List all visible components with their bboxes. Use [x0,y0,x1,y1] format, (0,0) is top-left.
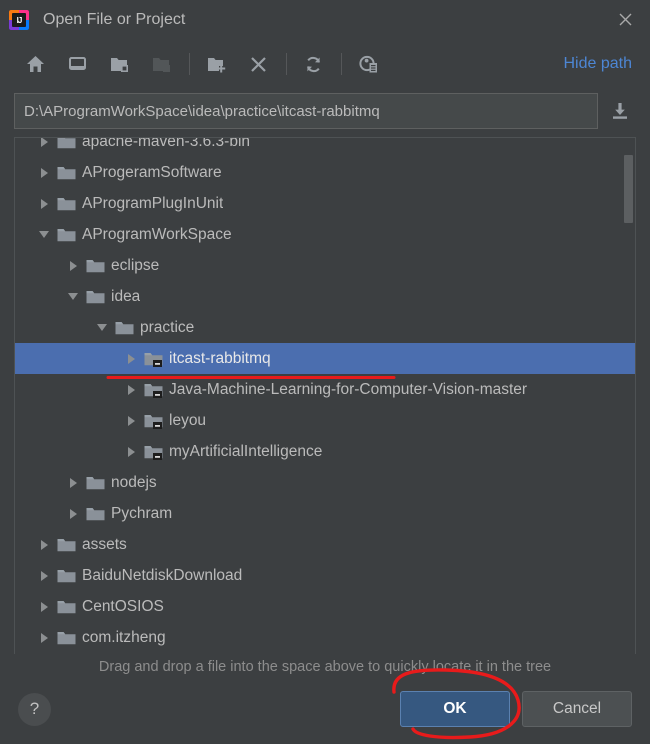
tree-row-selected[interactable]: itcast-rabbitmq [15,343,635,374]
close-icon[interactable] [608,3,642,35]
chevron-down-icon[interactable] [33,219,55,250]
chevron-right-icon[interactable] [33,591,55,622]
tree-row[interactable]: leyou [15,405,635,436]
delete-icon[interactable] [241,47,275,81]
tree-row[interactable]: AProgramPlugInUnit [15,188,635,219]
toolbar-separator [189,53,190,75]
logo-text: IJ [12,13,26,27]
folder-up-icon[interactable] [102,47,136,81]
tree-row[interactable]: AProgramWorkSpace [15,219,635,250]
help-button[interactable]: ? [18,692,51,726]
show-hidden-icon[interactable] [351,47,385,81]
tree-row[interactable]: apache-maven-3.6.3-bin [15,137,635,157]
cancel-button[interactable]: Cancel [522,691,632,727]
tree-row[interactable]: myArtificialIntelligence [15,436,635,467]
tree-row[interactable]: Java-Machine-Learning-for-Computer-Visio… [15,374,635,405]
tree-row[interactable]: idea [15,281,635,312]
chevron-down-icon[interactable] [62,281,84,312]
toolbar: Hide path [0,40,650,88]
path-row: D:\AProgramWorkSpace\idea\practice\itcas… [0,88,650,134]
chevron-right-icon[interactable] [33,622,55,653]
folder-icon [55,622,77,653]
desktop-icon[interactable] [60,47,94,81]
folder-icon [55,157,77,188]
home-icon[interactable] [18,47,52,81]
tree-row[interactable]: CentOSIOS [15,591,635,622]
toolbar-separator [286,53,287,75]
tree-row[interactable]: com.itzheng [15,622,635,653]
chevron-right-icon[interactable] [33,529,55,560]
tree-row-label: eclipse [111,256,160,274]
chevron-right-icon[interactable] [120,343,142,374]
tree-row-label: BaiduNetdiskDownload [82,566,243,584]
chevron-right-icon[interactable] [33,138,55,157]
tree-row-label: com.itzheng [82,628,166,646]
intellij-idea-logo-icon: IJ [9,10,29,30]
module-folder-icon [142,374,164,405]
folder-icon [55,188,77,219]
tree-row-label: apache-maven-3.6.3-bin [82,137,251,150]
folder-icon [84,467,106,498]
tree-row-label: AProgeramSoftware [82,163,222,181]
file-tree[interactable]: apache-maven-3.6.3-bin AProgeramSoftware A… [15,137,635,654]
download-icon[interactable] [602,93,638,129]
tree-row-label: AProgramWorkSpace [82,225,232,243]
tree-row-label: CentOSIOS [82,597,164,615]
tree-row-label: myArtificialIntelligence [169,442,323,460]
tree-row-label: nodejs [111,473,157,491]
folder-icon [55,138,77,157]
open-file-or-project-dialog: IJ Open File or Project Hide path D:\APr… [0,0,650,744]
title-bar: IJ Open File or Project [0,0,650,40]
chevron-right-icon[interactable] [62,498,84,529]
folder-icon [84,281,106,312]
tree-row-label: leyou [169,411,207,429]
file-tree-panel: apache-maven-3.6.3-bin AProgeramSoftware A… [14,137,636,654]
tree-row[interactable]: eclipse [15,250,635,281]
folder-icon [55,560,77,591]
dialog-title: Open File or Project [43,11,186,28]
tree-row-label: AProgramPlugInUnit [82,194,224,212]
tree-row[interactable]: Pychram [15,498,635,529]
tree-row-label: Java-Machine-Learning-for-Computer-Visio… [169,380,528,398]
chevron-right-icon[interactable] [33,188,55,219]
folder-icon [84,250,106,281]
scrollbar-thumb[interactable] [624,155,633,223]
folder-disabled-icon [144,47,178,81]
new-folder-icon[interactable] [199,47,233,81]
tree-row-label: practice [140,318,195,336]
module-folder-icon [142,405,164,436]
module-folder-icon [142,343,164,374]
chevron-right-icon[interactable] [33,560,55,591]
folder-icon [55,591,77,622]
tree-row[interactable]: assets [15,529,635,560]
module-folder-icon [142,436,164,467]
refresh-icon[interactable] [296,47,330,81]
tree-row-label: assets [82,535,127,553]
chevron-right-icon[interactable] [120,436,142,467]
folder-icon [55,529,77,560]
chevron-right-icon[interactable] [120,374,142,405]
chevron-right-icon[interactable] [33,157,55,188]
tree-row[interactable]: practice [15,312,635,343]
tree-scrollbar[interactable] [622,139,634,653]
tree-row-label: itcast-rabbitmq [169,349,271,367]
hide-path-link[interactable]: Hide path [564,55,637,73]
ok-button[interactable]: OK [400,691,510,727]
tree-row[interactable]: BaiduNetdiskDownload [15,560,635,591]
chevron-down-icon[interactable] [91,312,113,343]
button-bar: ? OK Cancel [0,680,650,744]
toolbar-separator [341,53,342,75]
tree-row-label: idea [111,287,141,305]
chevron-right-icon[interactable] [62,250,84,281]
path-input[interactable]: D:\AProgramWorkSpace\idea\practice\itcas… [14,93,598,129]
chevron-right-icon[interactable] [120,405,142,436]
folder-icon [55,219,77,250]
folder-icon [113,312,135,343]
folder-icon [84,498,106,529]
tree-row[interactable]: AProgeramSoftware [15,157,635,188]
tree-row[interactable]: nodejs [15,467,635,498]
tree-row-label: Pychram [111,504,173,522]
drag-drop-hint: Drag and drop a file into the space abov… [98,659,552,675]
chevron-right-icon[interactable] [62,467,84,498]
